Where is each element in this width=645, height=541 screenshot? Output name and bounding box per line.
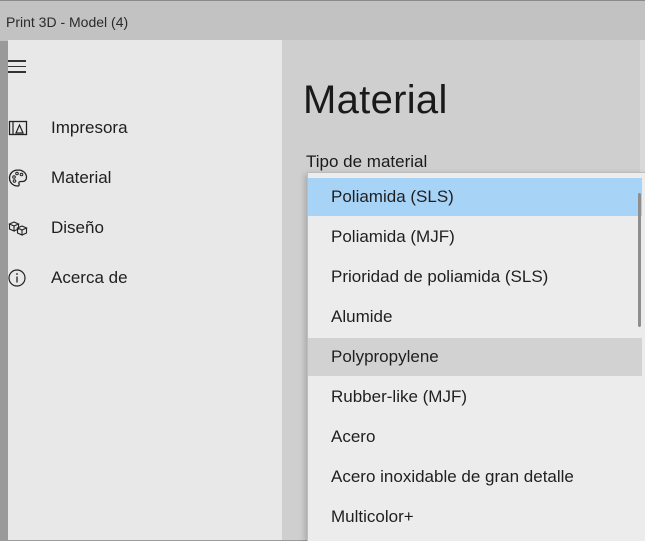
dropdown-option[interactable]: Acero inoxidable de gran detalle — [308, 458, 642, 496]
info-icon — [8, 268, 28, 288]
cubes-icon — [8, 218, 28, 238]
sidebar-item-material[interactable]: Material — [8, 158, 282, 198]
sidebar: Impresora Material Diseño Acerca de — [8, 40, 282, 540]
hamburger-menu-icon[interactable] — [8, 60, 26, 74]
dropdown-option[interactable]: Rubber-like (MJF) — [308, 378, 642, 416]
dropdown-option[interactable]: Poliamida (SLS) — [308, 178, 642, 216]
dropdown-option[interactable]: Prioridad de poliamida (SLS) — [308, 258, 642, 296]
material-type-dropdown-list[interactable]: Poliamida (SLS) Poliamida (MJF) Priorida… — [307, 172, 645, 541]
dropdown-option[interactable]: Poliamida (MJF) — [308, 218, 642, 256]
sidebar-item-label: Acerca de — [51, 268, 128, 287]
page-title: Material — [303, 78, 448, 122]
dropdown-scrollbar[interactable] — [638, 193, 641, 327]
dropdown-option[interactable]: Polypropylene — [308, 338, 642, 376]
printer-3d-icon — [8, 118, 28, 138]
sidebar-item-diseno[interactable]: Diseño — [8, 208, 282, 248]
dropdown-option[interactable]: Acero — [308, 418, 642, 456]
dropdown-option[interactable]: Alumide — [308, 298, 642, 336]
sidebar-item-impresora[interactable]: Impresora — [8, 108, 282, 148]
dropdown-option[interactable]: Multicolor+ — [308, 498, 642, 536]
sidebar-item-label: Diseño — [51, 218, 104, 237]
sidebar-item-label: Impresora — [51, 118, 128, 137]
window-title: Print 3D - Model (4) — [6, 14, 129, 30]
sidebar-item-label: Material — [51, 168, 112, 187]
material-type-label: Tipo de material — [306, 152, 428, 171]
window-titlebar[interactable]: Print 3D - Model (4) — [0, 0, 645, 41]
sidebar-item-acerca-de[interactable]: Acerca de — [8, 258, 282, 298]
palette-icon — [8, 168, 28, 188]
